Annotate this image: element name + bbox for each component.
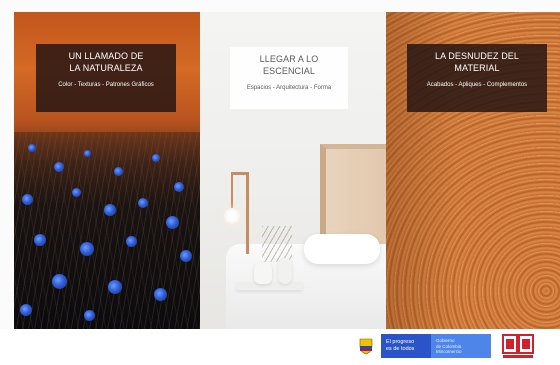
blue-flower (22, 194, 33, 205)
ministry-name: Gobierno de Colombia Mincomercio (431, 334, 491, 358)
artesanias-logo-icon (502, 334, 534, 358)
caption-title-line: UN LLAMADO DE (68, 51, 144, 61)
government-logo: El progreso es de todos Gobierno de Colo… (381, 334, 491, 358)
caption-essential: LLEGAR A LO ESCENCIAL Espacios - Arquite… (230, 47, 348, 109)
lamp-cord (231, 174, 233, 210)
caption-title-line: LA NATURALEZA (69, 63, 143, 73)
blue-flower (84, 310, 95, 321)
blue-flower (166, 216, 179, 229)
blue-flower (28, 144, 36, 152)
blue-flower (138, 198, 148, 208)
caption-material: LA DESNUDEZ DEL MATERIAL Acabados - Apli… (407, 44, 547, 112)
caption-title: LA DESNUDEZ DEL MATERIAL (413, 50, 541, 74)
flower-field-image (14, 132, 200, 329)
caption-title: UN LLAMADO DE LA NATURALEZA (42, 50, 170, 74)
vase (254, 262, 272, 284)
caption-title-line: ESCENCIAL (263, 66, 315, 76)
blue-flower (126, 236, 137, 247)
caption-title-line: LA DESNUDEZ DEL (434, 51, 520, 61)
gov-slogan-line: es de todos (386, 345, 415, 352)
blue-flower (84, 150, 91, 157)
blue-flower (174, 182, 184, 192)
pillow (304, 234, 380, 264)
caption-subtitle: Espacios - Arquitectura - Forma (246, 85, 332, 91)
vase (278, 258, 292, 284)
gov-slogan: El progreso es de todos (381, 334, 431, 358)
lamp-pole (246, 172, 249, 254)
dried-branches (262, 226, 292, 262)
caption-subtitle: Color - Texturas - Patrones Gráficos (58, 82, 154, 88)
blue-flower (154, 288, 167, 301)
colombia-crest-icon (359, 338, 373, 355)
presentation-slide: UN LLAMADO DE LA NATURALEZA Color - Text… (0, 0, 560, 365)
blue-flower (52, 274, 67, 289)
lamp-bulb (224, 208, 240, 224)
blue-flower (104, 204, 116, 216)
blue-flower (20, 304, 32, 316)
blue-flower (80, 242, 94, 256)
blue-flower (108, 280, 122, 294)
caption-title-line: LLEGAR A LO (259, 54, 319, 64)
blue-flower (34, 234, 46, 246)
caption-title: LLEGAR A LO ESCENCIAL (236, 53, 342, 77)
blue-flower (152, 154, 160, 162)
caption-subtitle: Acabados - Apliques - Complementos (426, 82, 528, 88)
blue-flower (54, 162, 64, 172)
footer: El progreso es de todos Gobierno de Colo… (0, 329, 560, 365)
ministry-line: Mincomercio (436, 349, 462, 354)
blue-flower (72, 188, 81, 197)
blue-flower (180, 250, 192, 262)
caption-title-line: MATERIAL (454, 63, 500, 73)
caption-nature: UN LLAMADO DE LA NATURALEZA Color - Text… (36, 44, 176, 112)
blue-flower (114, 167, 123, 176)
